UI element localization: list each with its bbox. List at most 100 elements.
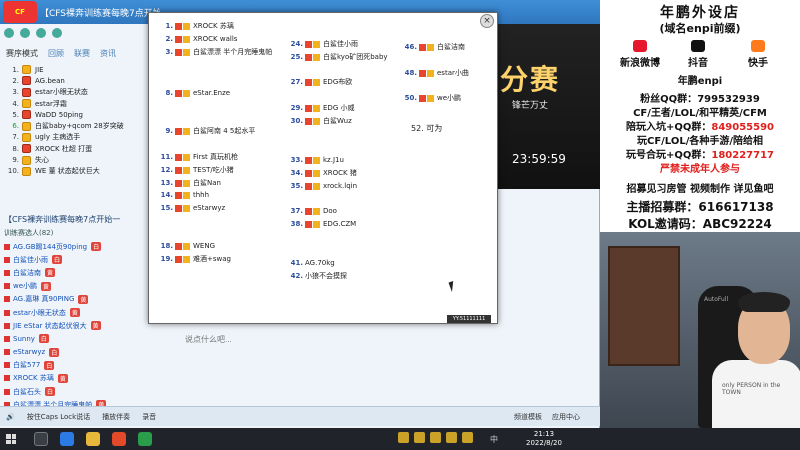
list-item[interactable]: 2. AG.bean: [4, 75, 144, 86]
badge-icon: [313, 53, 320, 61]
table-row[interactable]: estar小眼无状态黄: [4, 306, 150, 319]
list-item[interactable]: 37. Doo: [285, 206, 337, 216]
table-row[interactable]: XROCK 苏璃黄: [4, 372, 150, 385]
list-item[interactable]: 15. eStarwyz: [155, 203, 226, 213]
channel-template-button[interactable]: 频道模板: [514, 412, 542, 422]
table-row[interactable]: 白鲨石头白: [4, 385, 150, 398]
list-item[interactable]: 24. 白鲨佳小雨: [285, 39, 358, 49]
tab-news[interactable]: 资讯: [100, 48, 116, 62]
tray-app-icon[interactable]: [398, 432, 409, 443]
list-item[interactable]: 12. TEST/吃小猪: [155, 165, 234, 175]
list-item[interactable]: 13. 白鲨Nan: [155, 178, 221, 188]
record-button[interactable]: 录音: [142, 412, 156, 422]
chat-input[interactable]: [185, 332, 385, 346]
list-item[interactable]: 7. ugly 主病选手: [4, 132, 144, 143]
table-row[interactable]: AG.嘉琳 真90PING 黄: [4, 293, 150, 306]
tray-app-icon[interactable]: [462, 432, 473, 443]
table-row[interactable]: eStarwyz 白: [4, 346, 150, 359]
taskbar-clock[interactable]: 21:13 2022/8/20: [526, 430, 562, 448]
table-row[interactable]: Sunny 白: [4, 332, 150, 345]
list-item[interactable]: 19. 难酒+swag: [155, 254, 231, 264]
list-item[interactable]: 3. 白鲨漂漂 半个月完睡鬼帕: [155, 47, 272, 57]
mic-icon: [4, 283, 10, 290]
list-item[interactable]: 46. 白鲨洁南: [399, 42, 465, 52]
table-row[interactable]: AG.GB踢144页90ping 白: [4, 240, 150, 253]
mode-label[interactable]: 赛序模式: [6, 48, 38, 62]
badge-icon: [313, 78, 320, 86]
panel-line-games: CF/王者/LOL/和平精英/CFM: [633, 108, 767, 119]
list-item[interactable]: 3. estar小眼无状态: [4, 87, 144, 98]
app-center-button[interactable]: 应用中心: [552, 412, 580, 422]
list-item[interactable]: 35. xrock.lqin: [285, 181, 357, 191]
list-item[interactable]: 9. 白鲨阿南 4 5起水平: [155, 126, 255, 136]
list-item[interactable]: 42. 小狼不会摸探: [285, 271, 347, 281]
table-row[interactable]: 白鲨577 白: [4, 359, 150, 372]
search-icon[interactable]: [34, 432, 48, 446]
group-icon[interactable]: [20, 28, 30, 38]
mic-icon: [4, 269, 10, 276]
mode-row: 赛序模式 回顾 联赛 资讯: [6, 48, 146, 62]
tab-league[interactable]: 联赛: [74, 48, 90, 62]
list-item[interactable]: 8. XROCK 杜超 打蛋: [4, 143, 144, 154]
speaker-icon[interactable]: 🔊: [6, 413, 15, 421]
list-item[interactable]: 4. estar浮霜: [4, 98, 144, 109]
panel-line-minor-warning: 严禁未成年人参与: [660, 164, 740, 175]
settings-icon[interactable]: [36, 28, 46, 38]
list-item[interactable]: 9. 失心: [4, 154, 144, 165]
room-subheader[interactable]: 训练赛选人(82): [4, 228, 144, 238]
chrome-icon[interactable]: [138, 432, 152, 446]
list-item[interactable]: 10. WE 董 状态起伏巨大: [4, 166, 144, 177]
list-item[interactable]: 18. WENG: [155, 241, 215, 251]
rank-badge-icon: [22, 132, 31, 142]
list-item[interactable]: 41. AG.70kg: [285, 258, 335, 268]
table-row[interactable]: 白鲨洁南黄: [4, 266, 150, 279]
panel-line-kol: KOL邀请码：ABC92224: [628, 217, 772, 231]
list-item[interactable]: 2. XROCK walls: [155, 34, 237, 44]
badge-icon: [313, 40, 320, 48]
list-item[interactable]: 6. 白鲨baby+qcom 28岁突破: [4, 120, 144, 131]
list-item[interactable]: 33. kz.J1u: [285, 155, 344, 165]
stream-info-panel: 年鹏外设店 (域名enpi前缀) 新浪微博 抖音 快手 年鹏enpi 粉丝QQ群…: [600, 0, 800, 232]
list-item[interactable]: 34. XROCK 猪: [285, 168, 357, 178]
ranking-popup: × 1. XROCK 苏璃 2. XROCK walls 3. 白鲨漂漂 半个月完睡鬼…: [148, 12, 498, 324]
tray-app-icon[interactable]: [446, 432, 457, 443]
table-row[interactable]: 白鲨佳小雨白: [4, 253, 150, 266]
badge-icon: [175, 191, 182, 199]
list-item[interactable]: 11. First 真玩机枪: [155, 152, 238, 162]
list-item[interactable]: 50. we小鹏: [399, 93, 461, 103]
list-item[interactable]: 30. 白鲨Wuz: [285, 116, 352, 126]
badge-icon: [305, 182, 312, 190]
list-item[interactable]: 5. WaDD 50ping: [4, 109, 144, 120]
start-button[interactable]: [0, 428, 22, 450]
webcam-feed: AutoFull only PERSON in the TOWN: [600, 232, 800, 428]
close-icon[interactable]: ×: [480, 14, 494, 28]
yy-icon[interactable]: [86, 432, 100, 446]
list-item[interactable]: 27. EDG布欧: [285, 77, 353, 87]
list-item[interactable]: 48. estar小曲: [399, 68, 469, 78]
ime-indicator[interactable]: 中: [490, 434, 498, 445]
list-item[interactable]: 1. XROCK 苏璃: [155, 21, 233, 31]
room-header[interactable]: 【CFS裸奔训练赛每晚7点开始一: [4, 214, 144, 225]
tab-review[interactable]: 回顾: [48, 48, 64, 62]
friends-icon[interactable]: [4, 28, 14, 38]
browser-icon[interactable]: [60, 432, 74, 446]
list-item[interactable]: 29. EDG 小威: [285, 103, 355, 113]
search-icon[interactable]: [52, 28, 62, 38]
list-item[interactable]: 25. 白鲨kyo矿团死baby: [285, 52, 388, 62]
table-row[interactable]: JIE eStar 状态起伏很大黄: [4, 319, 150, 332]
list-item[interactable]: 38. EDG.CZM: [285, 219, 357, 229]
system-tray: [398, 432, 473, 443]
badge-icon: [305, 117, 312, 125]
badge-icon: [175, 22, 182, 30]
list-item[interactable]: 14. thhh: [155, 190, 209, 200]
list-item[interactable]: 8. eStar.Enze: [155, 88, 230, 98]
caps-talk-button[interactable]: 按住Caps Lock说话: [27, 412, 90, 422]
game-icon[interactable]: [112, 432, 126, 446]
tray-app-icon[interactable]: [430, 432, 441, 443]
play-accompaniment-button[interactable]: 播放伴奏: [102, 412, 130, 422]
badge-icon: [313, 220, 320, 228]
tray-app-icon[interactable]: [414, 432, 425, 443]
list-item[interactable]: 1. JIE: [4, 64, 144, 75]
table-row[interactable]: we小鹏黄: [4, 280, 150, 293]
badge-icon: [305, 104, 312, 112]
